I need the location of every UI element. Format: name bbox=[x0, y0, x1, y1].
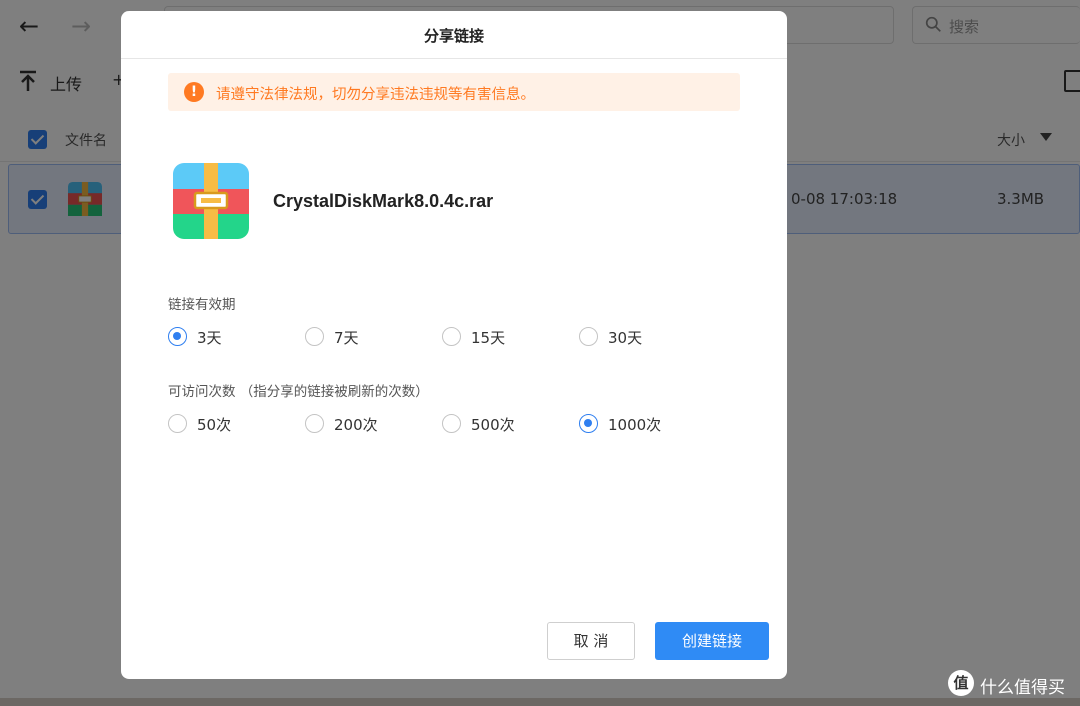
watermark-logo-icon: 值 bbox=[948, 670, 974, 696]
radio-1000-visits[interactable] bbox=[579, 414, 598, 433]
dialog-header: 分享链接 bbox=[121, 11, 787, 59]
expiry-option-label: 30天 bbox=[608, 329, 643, 347]
watermark-text: 什么值得买 bbox=[980, 678, 1065, 698]
visits-option-label: 1000次 bbox=[608, 416, 662, 434]
warning-icon: ! bbox=[184, 82, 204, 102]
visits-option-label: 200次 bbox=[334, 416, 378, 434]
file-name: CrystalDiskMark8.0.4c.rar bbox=[273, 191, 494, 211]
create-link-button[interactable]: 创建链接 bbox=[655, 622, 769, 660]
visits-option-label: 500次 bbox=[471, 416, 515, 434]
radio-15-days[interactable] bbox=[442, 327, 461, 346]
radio-50-visits[interactable] bbox=[168, 414, 187, 433]
radio-3-days[interactable] bbox=[168, 327, 187, 346]
visits-label: 可访问次数 （指分享的链接被刷新的次数） bbox=[168, 384, 429, 400]
radio-500-visits[interactable] bbox=[442, 414, 461, 433]
visits-option-label: 50次 bbox=[197, 416, 232, 434]
expiry-label: 链接有效期 bbox=[168, 297, 236, 313]
expiry-option-label: 3天 bbox=[197, 329, 222, 347]
radio-7-days[interactable] bbox=[305, 327, 324, 346]
archive-file-icon bbox=[173, 163, 249, 239]
radio-200-visits[interactable] bbox=[305, 414, 324, 433]
expiry-option-label: 7天 bbox=[334, 329, 359, 347]
warning-banner: ! 请遵守法律法规，切勿分享违法违规等有害信息。 bbox=[168, 73, 740, 111]
share-link-dialog: 分享链接 ! 请遵守法律法规，切勿分享违法违规等有害信息。 CrystalDis… bbox=[121, 11, 787, 679]
warning-text: 请遵守法律法规，切勿分享违法违规等有害信息。 bbox=[216, 87, 535, 103]
expiry-option-label: 15天 bbox=[471, 329, 506, 347]
radio-30-days[interactable] bbox=[579, 327, 598, 346]
dialog-title: 分享链接 bbox=[423, 27, 484, 45]
cancel-button[interactable]: 取 消 bbox=[547, 622, 635, 660]
